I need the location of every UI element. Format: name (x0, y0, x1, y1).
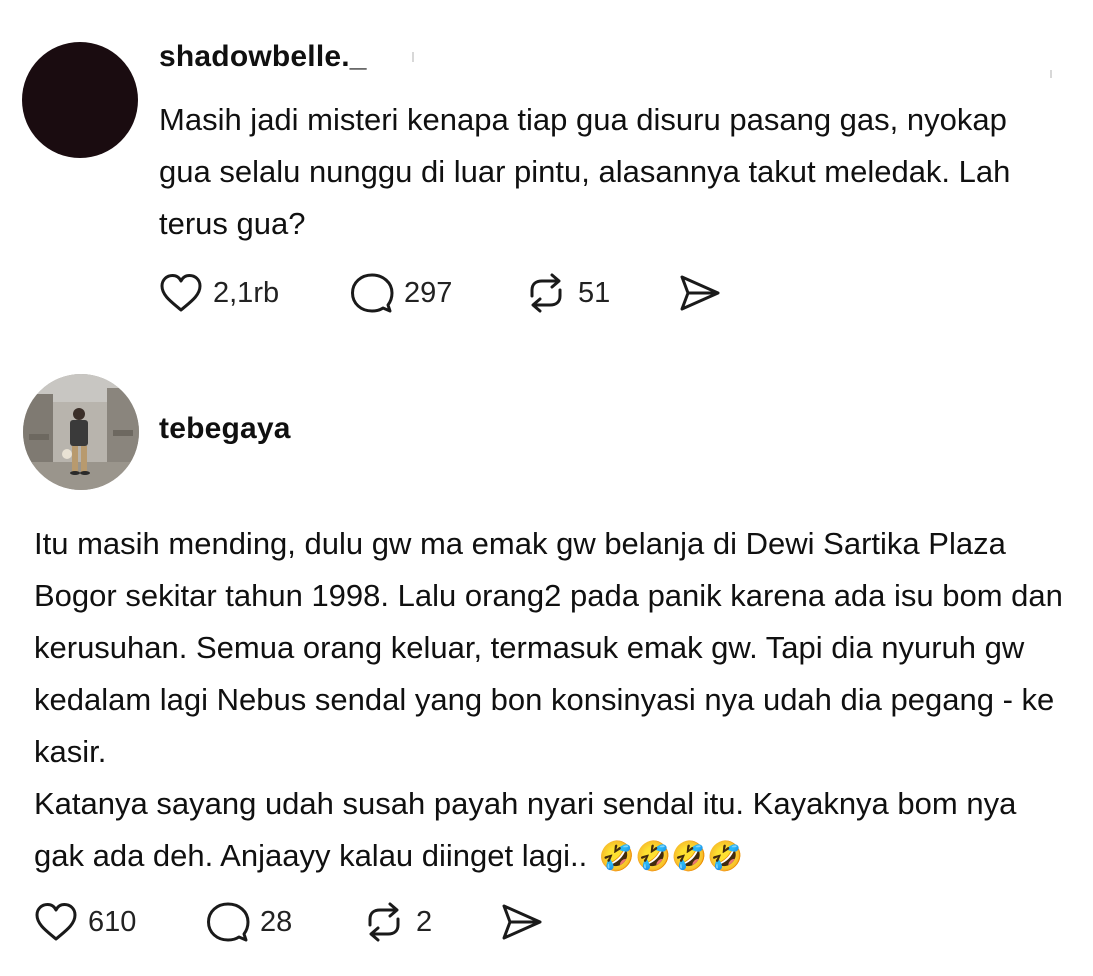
reply-button[interactable]: 28 (206, 897, 292, 947)
reply-count: 297 (404, 276, 453, 309)
repost-arrows-icon (524, 272, 568, 314)
action-bar: 2,1rb 297 51 (159, 268, 759, 318)
heart-icon (34, 902, 78, 942)
avatar[interactable] (23, 374, 139, 490)
speech-bubble-icon (350, 272, 394, 314)
speech-bubble-icon (206, 901, 250, 943)
paper-plane-icon (500, 901, 544, 943)
paper-plane-icon (678, 272, 722, 314)
reply-count: 28 (260, 905, 293, 938)
avatar[interactable] (22, 42, 138, 158)
share-button[interactable] (500, 897, 544, 947)
action-bar: 610 28 2 (34, 897, 634, 947)
avatar-photo (23, 374, 139, 490)
reply-button[interactable]: 297 (350, 268, 452, 318)
post-text-paragraph-2-wrapper: Katanya sayang udah susah payah nyari se… (34, 778, 1064, 883)
username[interactable]: tebegaya (159, 412, 291, 446)
rolling-laughing-emoji: 🤣🤣🤣🤣 (598, 841, 744, 873)
post-text: Masih jadi misteri kenapa tiap gua disur… (159, 102, 1011, 241)
post-text-paragraph-1: Itu masih mending, dulu gw ma emak gw be… (34, 526, 1063, 769)
like-count: 610 (88, 905, 137, 938)
post-text-paragraph-2: Katanya sayang udah susah payah nyari se… (34, 786, 1017, 873)
repost-button[interactable]: 51 (524, 268, 610, 318)
repost-button[interactable]: 2 (362, 897, 432, 947)
like-button[interactable]: 2,1rb (159, 268, 279, 318)
username[interactable]: shadowbelle._ (159, 40, 367, 74)
repost-arrows-icon (362, 901, 406, 943)
like-count: 2,1rb (213, 276, 280, 309)
repost-count: 2 (416, 905, 433, 938)
faint-mark (1050, 70, 1052, 78)
post-shadowbelle: shadowbelle._ Masih jadi misteri kenapa … (0, 0, 1093, 340)
repost-count: 51 (578, 276, 611, 309)
faint-mark (412, 52, 414, 62)
share-button[interactable] (678, 268, 722, 318)
heart-icon (159, 273, 203, 313)
like-button[interactable]: 610 (34, 897, 136, 947)
post-tebegaya: tebegaya Itu masih mending, dulu gw ma e… (0, 340, 1093, 976)
